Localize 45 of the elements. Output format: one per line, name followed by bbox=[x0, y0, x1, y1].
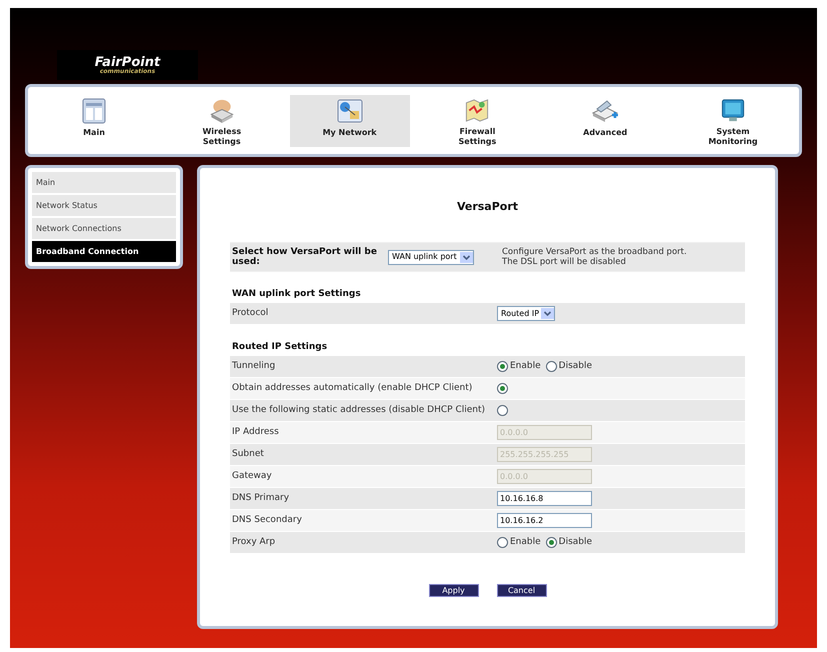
setting-label: DNS Primary bbox=[231, 492, 290, 505]
radio-button[interactable] bbox=[497, 383, 508, 394]
radio-button[interactable] bbox=[497, 405, 508, 416]
usage-label: Select how VersaPort will be used: bbox=[231, 247, 378, 267]
nav-tab[interactable]: Firewall Settings bbox=[417, 94, 538, 146]
radio-label: Disable bbox=[558, 536, 592, 549]
sidebar-item[interactable]: Broadband Connection bbox=[32, 241, 176, 262]
radio-button[interactable] bbox=[497, 361, 508, 372]
setting-label: Obtain addresses automatically (enable DHCP Client) bbox=[231, 382, 474, 395]
usage-note: Configure VersaPort as the broadband port. bbox=[502, 247, 687, 257]
usage-note: The DSL port will be disabled bbox=[502, 257, 627, 267]
nav-tab[interactable]: System Monitoring bbox=[672, 94, 793, 146]
radio-button[interactable] bbox=[546, 361, 557, 372]
setting-label: Protocol bbox=[231, 306, 270, 320]
setting-label: Tunneling bbox=[231, 360, 276, 373]
radio-label: Enable bbox=[510, 536, 541, 549]
radio-button[interactable] bbox=[546, 537, 557, 548]
form-button[interactable]: Apply bbox=[428, 584, 478, 597]
section-heading: Routed IP Settings bbox=[231, 340, 328, 354]
text-field[interactable]: 10.16.16.2 bbox=[497, 513, 592, 528]
radio-button[interactable] bbox=[497, 537, 508, 548]
setting-label: DNS Secondary bbox=[231, 514, 303, 527]
form-button[interactable]: Cancel bbox=[496, 584, 546, 597]
setting-label: Subnet bbox=[231, 448, 265, 461]
setting-label: Use the following static addresses (disable DHCP Client) bbox=[231, 404, 486, 417]
sidebar-item[interactable]: Network Connections bbox=[32, 218, 176, 239]
sidebar-item[interactable]: Main bbox=[32, 172, 176, 193]
nav-tab[interactable]: My Network bbox=[290, 94, 410, 146]
setting-label: Proxy Arp bbox=[231, 536, 276, 549]
dropdown-caret-icon bbox=[541, 308, 554, 319]
radio-label: Enable bbox=[510, 360, 541, 373]
text-field[interactable]: 10.16.16.8 bbox=[497, 491, 592, 506]
radio-label: Disable bbox=[558, 360, 592, 373]
dropdown-caret-icon bbox=[460, 252, 473, 262]
nav-tab[interactable]: Main bbox=[34, 94, 154, 146]
setting-label: Gateway bbox=[231, 470, 273, 483]
setting-label: IP Address bbox=[231, 426, 280, 439]
dropdown[interactable]: Routed IP bbox=[497, 306, 555, 321]
sidebar-item[interactable]: Network Status bbox=[32, 195, 176, 216]
network-icon bbox=[334, 96, 365, 124]
dropdown[interactable]: WAN uplink port bbox=[388, 250, 474, 264]
page-title: VersaPort bbox=[456, 200, 518, 213]
nav-tab[interactable]: Wireless Settings bbox=[162, 94, 282, 146]
nav-tab[interactable]: Advanced bbox=[545, 94, 666, 146]
section-heading: WAN uplink port Settings bbox=[231, 288, 361, 301]
